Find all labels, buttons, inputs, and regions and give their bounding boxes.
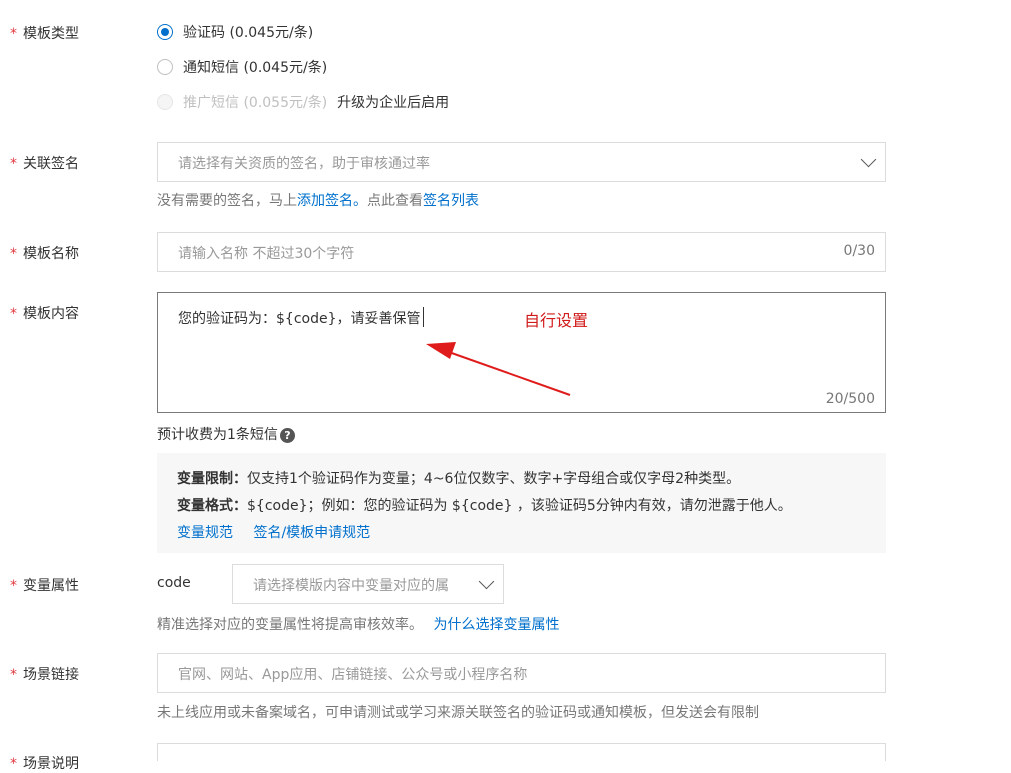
radio-button (157, 94, 173, 110)
cost-hint: 预计收费为1条短信? (157, 424, 295, 444)
signature-label: * 关联签名 (10, 156, 79, 172)
variable-name: code (157, 575, 191, 591)
radio-promotion-sms: 推广短信 (0.055元/条) 升级为企业后启用 (157, 92, 449, 112)
template-name-placeholder: 请输入名称 不超过30个字符 (178, 246, 355, 262)
annotation-text: 自行设置 (524, 311, 589, 330)
question-circle-icon[interactable]: ? (279, 427, 295, 443)
signature-select[interactable]: 请选择有关资质的签名，助于审核通过率 (157, 142, 886, 182)
scene-desc-label: * 场景说明 (10, 756, 79, 772)
info-links: 变量规范 签名/模板申请规范 (177, 522, 370, 542)
radio-label: 推广短信 (0.055元/条) (183, 95, 328, 111)
radio-button[interactable] (157, 24, 173, 40)
variable-attr-select[interactable]: 请选择模版内容中变量对应的属 (232, 564, 504, 604)
scene-link-input[interactable]: 官网、网站、App应用、店铺链接、公众号或小程序名称 (157, 653, 886, 693)
variable-attr-hint: 精准选择对应的变量属性将提高审核效率。 为什么选择变量属性 (157, 617, 560, 633)
template-type-label: * 模板类型 (10, 26, 79, 42)
annotation-arrow (426, 342, 571, 396)
radio-notification-sms[interactable]: 通知短信 (0.045元/条) (157, 57, 327, 77)
scene-desc-textarea[interactable] (157, 743, 886, 761)
variable-format: 变量格式：${code}；例如：您的验证码为 ${code} ，该验证码5分钟内… (177, 498, 792, 514)
scene-link-hint: 未上线应用或未备案域名，可申请测试或学习来源关联签名的验证码或通知模板，但发送会… (157, 705, 759, 721)
application-spec-link[interactable]: 签名/模板申请规范 (253, 525, 370, 541)
upgrade-note: 升级为企业后启用 (337, 95, 450, 111)
template-content-label: * 模板内容 (10, 306, 79, 322)
variable-attr-placeholder: 请选择模版内容中变量对应的属 (253, 578, 449, 594)
template-content-value: 您的验证码为：${code}，请妥善保管 (178, 311, 421, 327)
template-name-input[interactable]: 请输入名称 不超过30个字符 0/30 (157, 232, 886, 272)
chevron-down-icon (478, 573, 495, 590)
variable-info-panel: 变量限制：仅支持1个验证码作为变量；4~6位仅数字、数字+字母组合或仅字母2种类… (157, 453, 886, 553)
radio-label: 验证码 (0.045元/条) (183, 25, 314, 41)
text-cursor (423, 307, 424, 327)
scene-link-placeholder: 官网、网站、App应用、店铺链接、公众号或小程序名称 (178, 667, 528, 683)
template-name-label: * 模板名称 (10, 246, 79, 262)
radio-verification-code[interactable]: 验证码 (0.045元/条) (157, 22, 313, 42)
radio-button[interactable] (157, 59, 173, 75)
variable-spec-link[interactable]: 变量规范 (177, 525, 233, 541)
why-variable-attr-link[interactable]: 为什么选择变量属性 (433, 617, 559, 633)
template-content-counter: 20/500 (825, 391, 875, 407)
variable-restriction: 变量限制：仅支持1个验证码作为变量；4~6位仅数字、数字+字母组合或仅字母2种类… (177, 471, 741, 487)
add-signature-link[interactable]: 添加签名。 (297, 193, 367, 209)
template-name-counter: 0/30 (843, 243, 875, 259)
signature-hint: 没有需要的签名，马上添加签名。点此查看签名列表 (157, 193, 479, 209)
radio-label: 通知短信 (0.045元/条) (183, 60, 328, 76)
scene-link-label: * 场景链接 (10, 667, 79, 683)
signature-list-link[interactable]: 签名列表 (423, 193, 479, 209)
variable-attr-label: * 变量属性 (10, 578, 79, 594)
chevron-down-icon (860, 151, 877, 168)
signature-placeholder: 请选择有关资质的签名，助于审核通过率 (178, 156, 430, 172)
